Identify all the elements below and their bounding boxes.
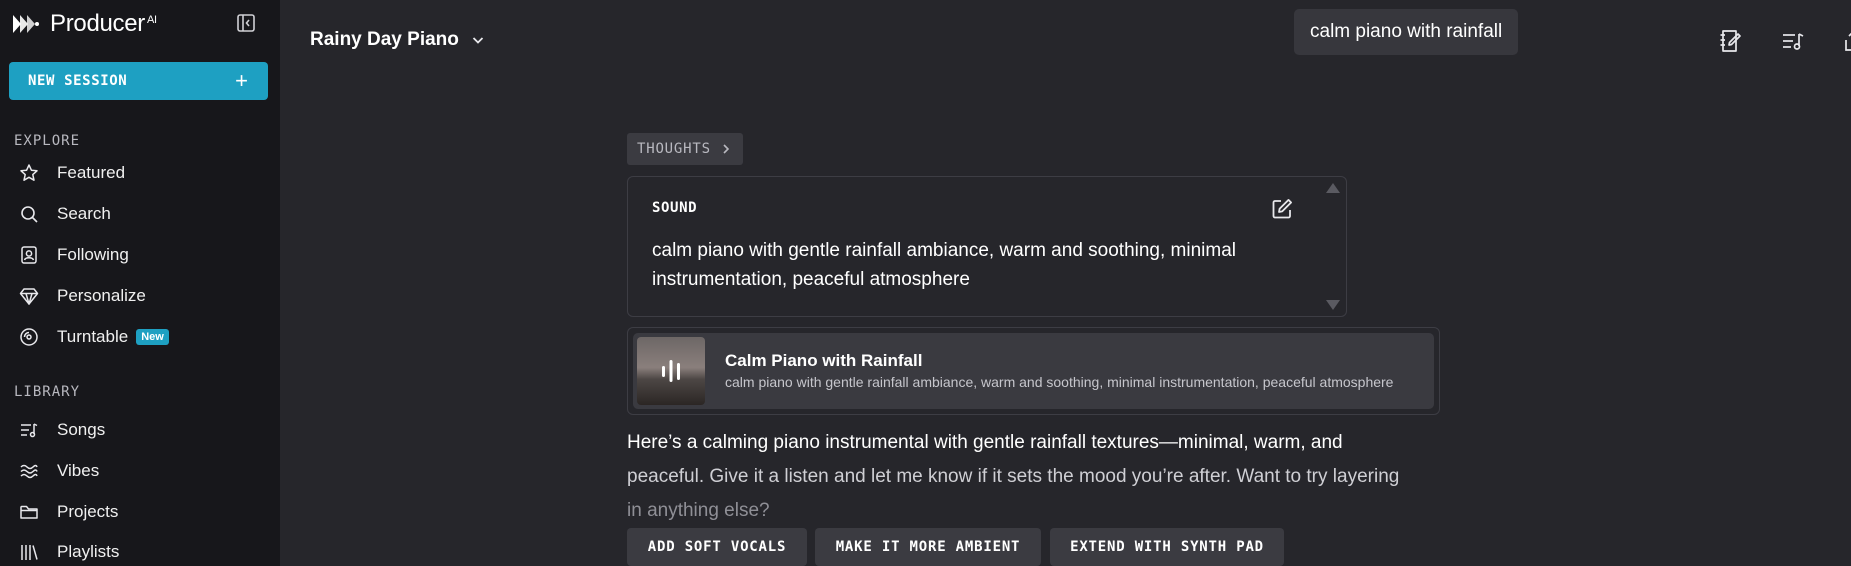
scroll-down-arrow[interactable] <box>1326 300 1340 310</box>
share-icon[interactable] <box>1843 28 1851 54</box>
sidebar-item-turntable[interactable]: Turntable New <box>18 324 169 350</box>
sidebar-item-vibes[interactable]: Vibes <box>18 458 99 484</box>
sidebar-item-personalize[interactable]: Personalize <box>18 283 146 309</box>
suggestion-extend-synth-pad[interactable]: EXTEND WITH SYNTH PAD <box>1050 528 1284 566</box>
library-section-label: LIBRARY <box>14 384 81 400</box>
songs-icon <box>18 419 40 441</box>
reply-line: peaceful. Give it a listen and let me kn… <box>627 466 1400 487</box>
sidebar-item-label: Playlists <box>57 542 120 561</box>
star-icon <box>18 162 40 184</box>
waves-icon <box>18 460 40 482</box>
project-title: Rainy Day Piano <box>310 29 459 50</box>
sidebar-item-label: Search <box>57 204 111 223</box>
lyrics-notebook-icon[interactable] <box>1717 28 1743 54</box>
sound-card: SOUND calm piano with gentle rainfall am… <box>627 176 1347 317</box>
folder-icon <box>18 501 40 523</box>
brand-name: Producer AI <box>50 10 157 37</box>
sidebar-item-label: Songs <box>57 420 106 439</box>
explore-section-label: EXPLORE <box>14 133 81 149</box>
reply-line: in anything else? <box>627 500 770 521</box>
song-thumbnail[interactable] <box>637 337 705 405</box>
song-title: Calm Piano with Rainfall <box>725 351 923 370</box>
plus-icon: + <box>235 68 248 93</box>
project-title-dropdown[interactable]: Rainy Day Piano <box>310 29 485 51</box>
sidebar-item-featured[interactable]: Featured <box>18 160 125 186</box>
sidebar-item-label: Personalize <box>57 286 146 305</box>
brand-ai-badge: AI <box>146 14 157 26</box>
sidebar-item-following[interactable]: Following <box>18 242 129 268</box>
main-panel: Rainy Day Piano calm piano with rainfall… <box>280 0 1851 566</box>
new-badge: New <box>136 329 169 345</box>
thoughts-toggle[interactable]: THOUGHTS <box>627 133 743 165</box>
thoughts-label: THOUGHTS <box>637 141 711 157</box>
reply-line: Here’s a calming piano instrumental with… <box>627 432 1343 453</box>
sidebar-item-label: Following <box>57 245 129 264</box>
song-card[interactable]: Calm Piano with Rainfall calm piano with… <box>627 327 1440 415</box>
song-description: calm piano with gentle rainfall ambiance… <box>725 374 1394 390</box>
new-session-label: NEW SESSION <box>28 73 128 89</box>
collapse-sidebar-icon[interactable] <box>236 13 256 33</box>
sound-description: calm piano with gentle rainfall ambiance… <box>652 240 1237 290</box>
chevron-down-icon <box>472 37 484 44</box>
disc-icon <box>18 326 40 348</box>
sidebar-item-songs[interactable]: Songs <box>18 417 105 443</box>
queue-icon[interactable] <box>1780 28 1806 54</box>
following-icon <box>18 244 40 266</box>
tooltip: calm piano with rainfall <box>1294 9 1519 55</box>
search-icon <box>18 203 40 225</box>
diamond-icon <box>18 285 40 307</box>
sound-heading: SOUND <box>652 200 698 216</box>
playing-bars-icon <box>662 360 680 382</box>
sidebar-item-playlists[interactable]: Playlists <box>18 539 119 565</box>
scroll-up-arrow[interactable] <box>1326 183 1340 193</box>
sidebar-item-label: Vibes <box>57 461 100 480</box>
assistant-reply: Here’s a calming piano instrumental with… <box>627 426 1437 528</box>
sidebar-item-projects[interactable]: Projects <box>18 499 118 525</box>
chevron-right-icon <box>723 144 729 154</box>
suggestion-make-more-ambient[interactable]: MAKE IT MORE AMBIENT <box>815 528 1041 566</box>
sidebar-item-search[interactable]: Search <box>18 201 111 227</box>
playlists-icon <box>18 541 40 563</box>
sidebar-item-label: Featured <box>57 163 126 182</box>
edit-icon[interactable] <box>1270 197 1294 221</box>
song-card-inner[interactable]: Calm Piano with Rainfall calm piano with… <box>633 333 1434 409</box>
new-session-button[interactable]: NEW SESSION + <box>9 62 268 100</box>
sidebar: Producer AI NEW SESSION + EXPLORE Feature… <box>0 0 280 566</box>
suggestion-add-soft-vocals[interactable]: ADD SOFT VOCALS <box>627 528 807 566</box>
sidebar-item-label: Projects <box>57 502 119 521</box>
producer-logo-icon <box>13 15 39 33</box>
brand[interactable]: Producer AI <box>12 10 157 38</box>
sidebar-item-label: Turntable <box>57 327 129 346</box>
